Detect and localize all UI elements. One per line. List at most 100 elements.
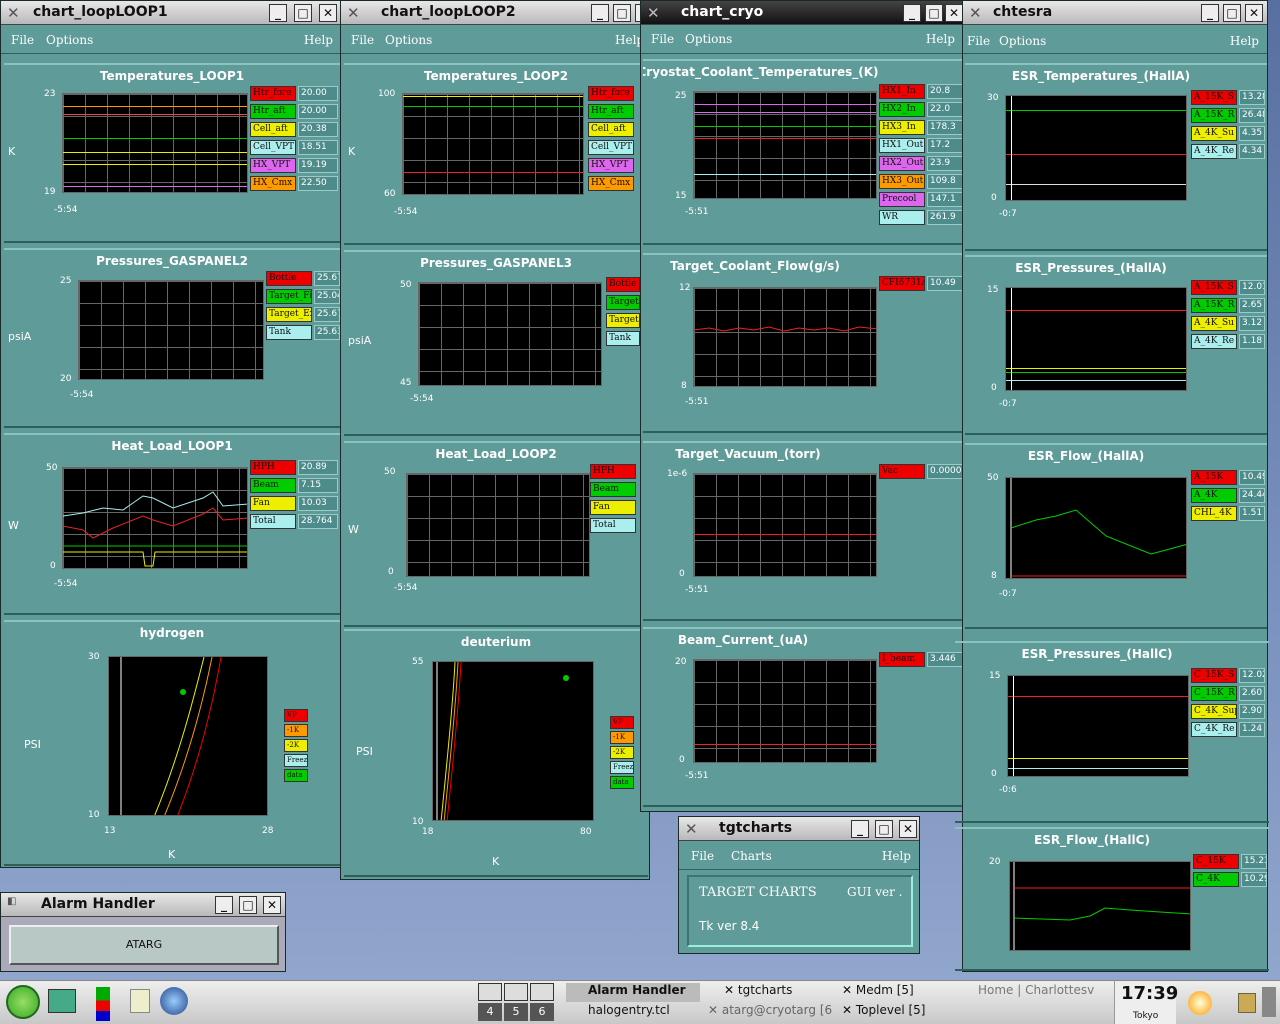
minimize-button[interactable]: _ — [1201, 4, 1219, 22]
legend-name[interactable]: HX_VPT — [250, 158, 296, 173]
lock-icon[interactable] — [1238, 993, 1256, 1013]
maximize-button[interactable]: □ — [239, 896, 257, 914]
task-atarg-cryotarg[interactable]: ✕ atarg@cryotarg [6 — [704, 1003, 834, 1022]
legend-name[interactable]: Total — [590, 518, 636, 533]
titlebar[interactable]: ✕ chtesra _ □ ✕ — [963, 1, 1267, 25]
legend-name[interactable]: CHL_4K — [1191, 506, 1237, 521]
minimize-button[interactable]: _ — [903, 4, 921, 22]
legend-name[interactable]: A_15K_S — [1191, 280, 1237, 295]
legend-name[interactable]: HX_Cmx — [250, 176, 296, 191]
legend-name[interactable]: C_4K_Re — [1191, 722, 1237, 737]
legend-name[interactable]: Htr_fore — [588, 86, 634, 101]
menu-file[interactable]: File — [651, 32, 674, 46]
menu-options[interactable]: Options — [685, 32, 732, 46]
menu-file[interactable]: File — [691, 849, 714, 863]
titlebar[interactable]: ✕ chart_loopLOOP2 _ □ ✕ — [341, 1, 653, 25]
legend-name[interactable]: HX3_Out — [879, 174, 925, 189]
minimize-button[interactable]: _ — [591, 4, 609, 22]
titlebar[interactable]: ✕ chart_cryo _ □ ✕ — [641, 1, 963, 25]
legend-name[interactable]: C_15K — [1193, 854, 1239, 869]
legend-name[interactable]: Htr_fore — [250, 86, 296, 101]
legend-name[interactable]: Tank — [606, 331, 640, 346]
legend-name[interactable]: C_15K_R — [1191, 686, 1237, 701]
legend-name[interactable]: Precool — [879, 192, 925, 207]
legend-name[interactable]: HX2_In — [879, 102, 925, 117]
legend-name[interactable]: Fan — [590, 500, 636, 515]
legend-name[interactable]: Tank — [266, 325, 312, 340]
legend-name[interactable]: A_15K_R — [1191, 298, 1237, 313]
legend-name[interactable]: Bottle — [266, 271, 312, 286]
maximize-button[interactable]: □ — [875, 820, 893, 838]
legend-name[interactable]: HX1_In — [879, 84, 925, 99]
menu-charts[interactable]: Charts — [731, 849, 772, 863]
legend-name[interactable]: Vac — [879, 464, 925, 479]
legend-name[interactable]: A_15K — [1191, 470, 1237, 485]
legend-name[interactable]: Cell_aft — [250, 122, 296, 137]
legend-name[interactable]: Bottle — [606, 277, 640, 292]
legend-name[interactable]: HX_Cmx — [588, 176, 634, 191]
menu-file[interactable]: File — [11, 33, 34, 47]
legend-name[interactable]: HX1_Out — [879, 138, 925, 153]
menu-options[interactable]: Options — [46, 33, 93, 47]
legend-name[interactable]: Freeze — [610, 761, 634, 774]
logout-icon[interactable] — [1262, 987, 1276, 1017]
legend-name[interactable]: Htr_aft — [588, 104, 634, 119]
legend-name[interactable]: data — [610, 776, 634, 789]
titlebar[interactable]: ✕ chart_loopLOOP1 _ □ ✕ — [1, 1, 341, 25]
close-button[interactable]: ✕ — [899, 820, 917, 838]
toolbox-icon[interactable] — [96, 987, 110, 1021]
legend-name[interactable]: Cell_VPT — [250, 140, 296, 155]
menu-file[interactable]: File — [351, 33, 374, 47]
close-button[interactable]: ✕ — [1245, 4, 1263, 22]
legend-name[interactable]: WR — [879, 210, 925, 225]
legend-name[interactable]: A_15K_S — [1191, 90, 1237, 105]
legend-name[interactable]: Beam — [590, 482, 636, 497]
pager-desktop-1[interactable] — [478, 983, 502, 1001]
legend-name[interactable]: A_4K — [1191, 488, 1237, 503]
legend-name[interactable]: HPH — [250, 460, 296, 475]
sun-icon[interactable] — [1188, 991, 1212, 1015]
legend-name[interactable]: -1K — [284, 724, 308, 737]
legend-name[interactable]: Target_ — [606, 295, 640, 310]
desktop-icon[interactable] — [48, 989, 76, 1013]
menu-options[interactable]: Options — [999, 34, 1046, 48]
legend-name[interactable]: A_4K_Re — [1191, 334, 1237, 349]
menu-help[interactable]: Help — [882, 849, 911, 863]
menu-file[interactable]: File — [967, 34, 990, 48]
pager-desktop-2[interactable] — [504, 983, 528, 1001]
minimize-button[interactable]: _ — [215, 896, 233, 914]
task-tgtcharts[interactable]: ✕ tgtcharts — [704, 983, 834, 1002]
legend-name[interactable]: -2K — [610, 746, 634, 759]
legend-name[interactable]: data — [284, 769, 308, 782]
legend-name[interactable]: C_4K_Sup — [1191, 704, 1237, 719]
legend-name[interactable]: A_4K_Su — [1191, 126, 1237, 141]
task-browser[interactable]: Home | Charlottesv — [974, 983, 1106, 1002]
atarg-button[interactable]: ATARG — [9, 925, 279, 965]
task-alarm-handler[interactable]: Alarm Handler — [566, 983, 700, 1002]
menu-help[interactable]: Help — [1230, 34, 1259, 48]
legend-name[interactable]: HX2_Out — [879, 156, 925, 171]
legend-name[interactable]: HX_VPT — [588, 158, 634, 173]
legend-name[interactable]: Total — [250, 514, 296, 529]
legend-name[interactable]: HX3_In — [879, 120, 925, 135]
menu-help[interactable]: Help — [926, 32, 955, 46]
maximize-button[interactable]: □ — [1223, 4, 1241, 22]
task-medm[interactable]: ✕ Medm [5] — [838, 983, 970, 1002]
legend-name[interactable]: VP — [284, 709, 308, 722]
legend-name[interactable]: A_4K_Su — [1191, 316, 1237, 331]
menu-help[interactable]: Help — [304, 33, 333, 47]
pager-desktop-3[interactable] — [530, 983, 554, 1001]
legend-name[interactable]: Cell_VPT — [588, 140, 634, 155]
minimize-button[interactable]: _ — [851, 820, 869, 838]
pager-desktop-4[interactable]: 4 — [478, 1003, 502, 1021]
legend-name[interactable]: Target_Ex — [266, 307, 312, 322]
close-button[interactable]: ✕ — [319, 4, 337, 22]
legend-name[interactable]: I_beam — [879, 652, 925, 667]
pager-desktop-6[interactable]: 6 — [530, 1003, 554, 1021]
close-button[interactable]: ✕ — [945, 4, 963, 22]
legend-name[interactable]: Beam — [250, 478, 296, 493]
task-halogentry[interactable]: halogentry.tcl — [566, 1003, 700, 1022]
legend-name[interactable]: C_15K_S — [1191, 668, 1237, 683]
legend-name[interactable]: VP — [610, 716, 634, 729]
legend-name[interactable]: Htr_aft — [250, 104, 296, 119]
